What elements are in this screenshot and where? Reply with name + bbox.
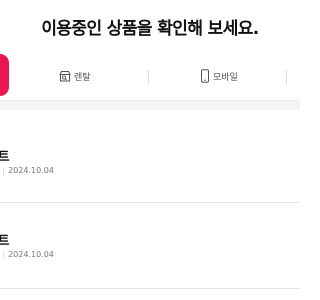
product-date: 2024.10.04 bbox=[8, 166, 54, 175]
tab-mobile-label: 모바일 bbox=[213, 72, 238, 83]
product-meta: 월|2024.10.04 bbox=[0, 249, 54, 260]
page-title: 이용중인 상품을 확인해 보세요. bbox=[41, 19, 259, 39]
product-tab-bar: 렌탈 모바일 bbox=[0, 50, 300, 101]
tab-mobile[interactable]: 모바일 bbox=[200, 66, 238, 86]
tab-divider bbox=[286, 70, 287, 84]
product-name: 이트 bbox=[0, 234, 10, 249]
tab-divider bbox=[148, 70, 149, 84]
list-divider bbox=[0, 202, 300, 203]
tab-rental[interactable]: 렌탈 bbox=[59, 66, 91, 86]
page-header: 이용중인 상품을 확인해 보세요. bbox=[0, 0, 300, 48]
tab-rental-label: 렌탈 bbox=[74, 72, 91, 83]
product-meta: 월|2024.10.04 bbox=[0, 165, 54, 176]
section-gap bbox=[0, 101, 300, 110]
product-name: 이트 bbox=[0, 150, 10, 165]
product-date: 2024.10.04 bbox=[8, 250, 54, 259]
meta-separator: | bbox=[2, 166, 6, 175]
list-divider bbox=[0, 288, 300, 289]
tab-active-indicator[interactable] bbox=[0, 54, 9, 96]
product-list-item[interactable]: 이트 월|2024.10.04 bbox=[0, 212, 300, 294]
smartphone-icon bbox=[200, 69, 210, 83]
meta-separator: | bbox=[2, 250, 6, 259]
product-list-item[interactable]: 이트 월|2024.10.04 bbox=[0, 130, 300, 212]
rental-shop-icon bbox=[59, 70, 71, 82]
